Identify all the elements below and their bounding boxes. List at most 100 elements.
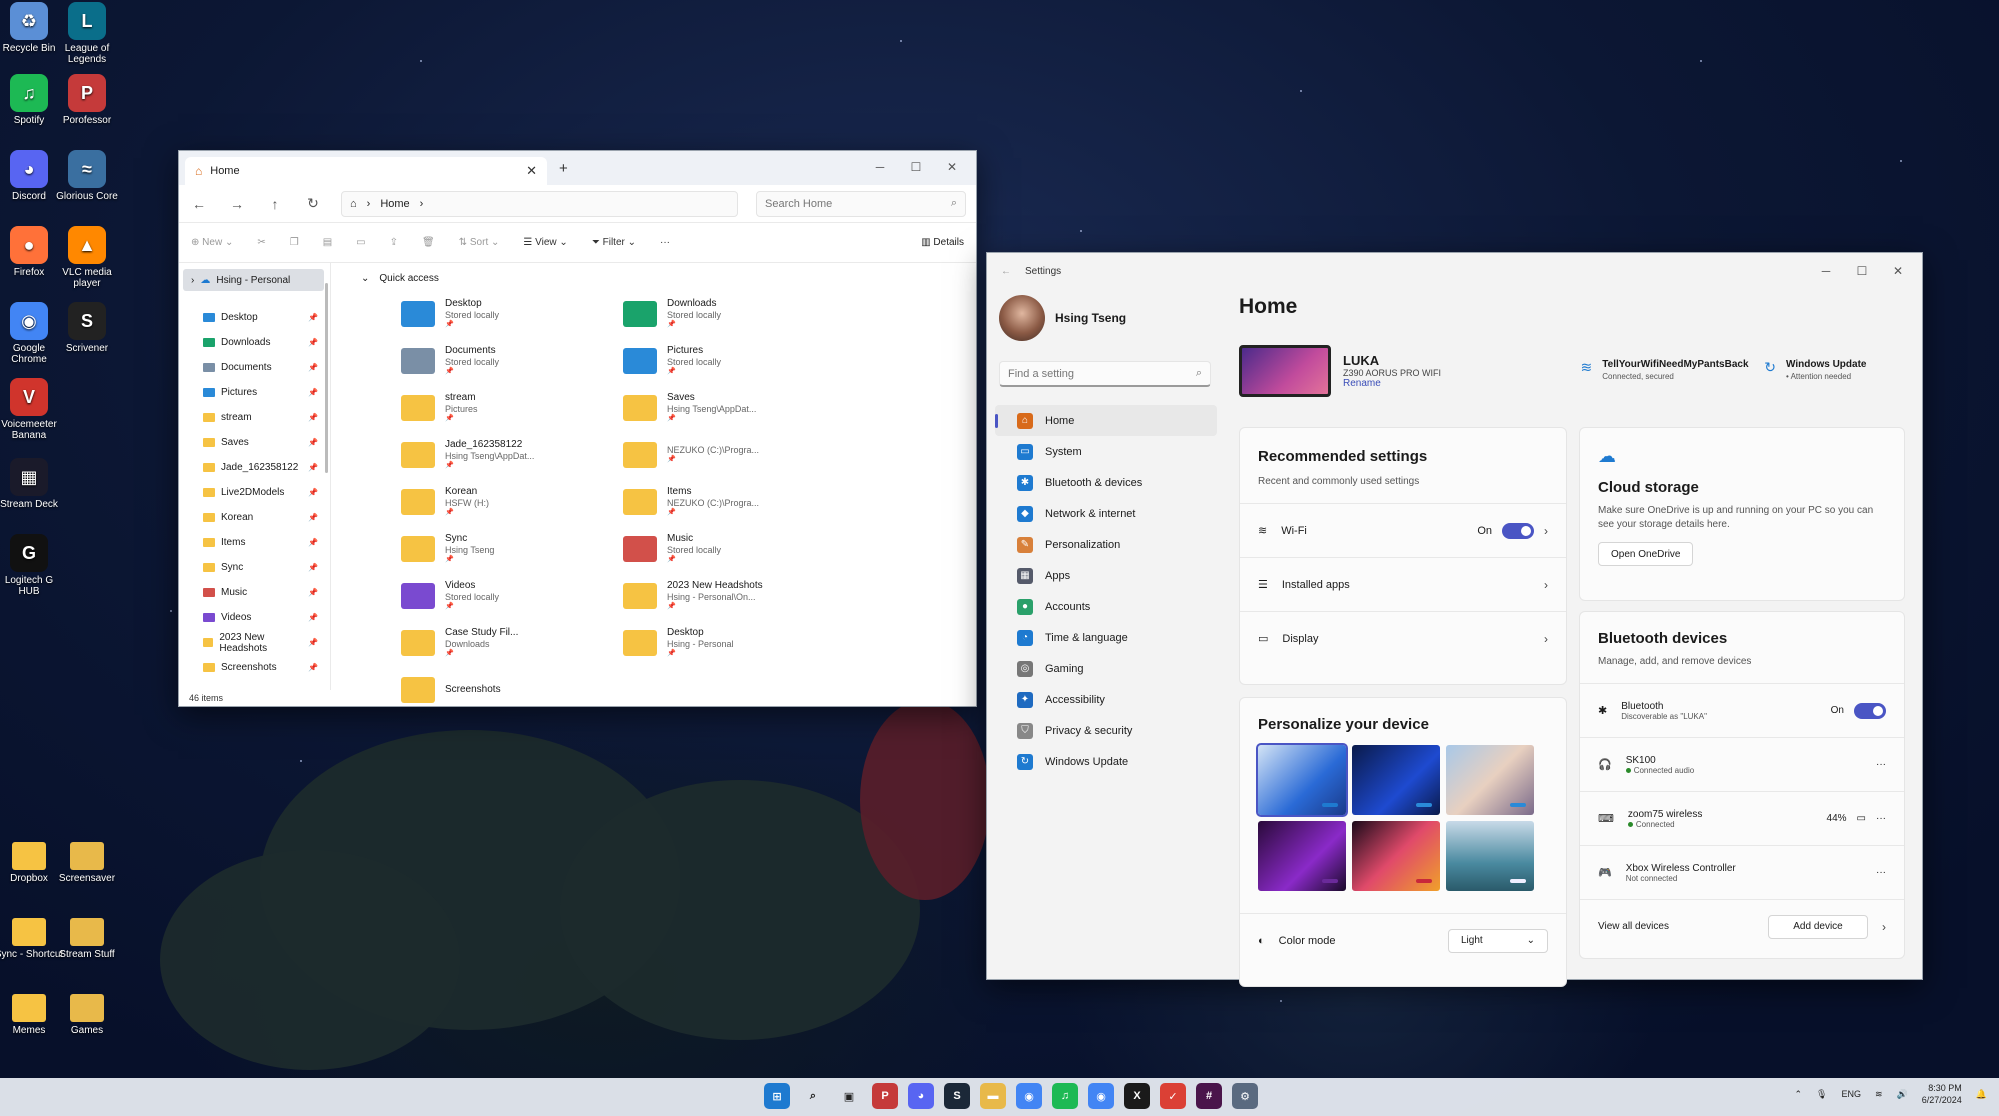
taskbar-task-view-button[interactable]: ▣ [836, 1083, 862, 1109]
tray-overflow-icon[interactable]: ⌃ [1794, 1089, 1802, 1100]
quick-access-item[interactable]: Desktop Stored locally 📌 [401, 294, 623, 333]
theme-thumbnail[interactable] [1256, 743, 1348, 817]
sidebar-item-personalization[interactable]: ✎ Personalization [995, 529, 1217, 560]
microphone-icon[interactable]: 🎙 [1816, 1089, 1827, 1100]
nav-item-stream[interactable]: stream 📌 [179, 405, 330, 430]
desktop-icon-league-of-legends[interactable]: L League of Legends [52, 2, 122, 65]
desktop-icon-games[interactable]: Games [52, 994, 122, 1036]
rename-link[interactable]: Rename [1343, 378, 1441, 389]
forward-button[interactable]: → [227, 196, 247, 212]
quick-access-item[interactable]: Desktop Hsing - Personal 📌 [623, 623, 845, 662]
more-options-button[interactable]: ··· [1876, 813, 1886, 824]
nav-item-items[interactable]: Items 📌 [179, 530, 330, 555]
nav-item-sync[interactable]: Sync 📌 [179, 555, 330, 580]
path-box[interactable]: ⌂ › Home › [341, 190, 738, 217]
nav-item-desktop[interactable]: Desktop 📌 [179, 305, 330, 330]
bluetooth-device-row[interactable]: 🎮 Xbox Wireless Controller Not connected ··… [1580, 845, 1904, 899]
windows-update-status[interactable]: ↻ Windows Update • Attention needed [1764, 359, 1906, 383]
taskbar-discord-button[interactable]: ◕ [908, 1083, 934, 1109]
nav-item-saves[interactable]: Saves 📌 [179, 430, 330, 455]
theme-thumbnail[interactable] [1352, 821, 1440, 891]
new-tab-button[interactable]: + [559, 160, 568, 177]
taskbar-file-explorer-button[interactable]: ▬ [980, 1083, 1006, 1109]
wifi-toggle[interactable] [1502, 522, 1534, 539]
paste-icon[interactable]: ▤ [323, 237, 332, 248]
sidebar-item-windows-update[interactable]: ↻ Windows Update [995, 746, 1217, 777]
taskbar-todoist-button[interactable]: ✓ [1160, 1083, 1186, 1109]
sort-button[interactable]: ⇅ Sort ⌄ [459, 237, 500, 248]
quick-access-item[interactable]: Screenshots [401, 670, 623, 709]
nav-item-videos[interactable]: Videos 📌 [179, 605, 330, 630]
nav-onedrive[interactable]: › ☁ Hsing - Personal [183, 269, 324, 291]
close-tab-icon[interactable]: ✕ [526, 163, 537, 179]
filter-button[interactable]: ⏷ Filter ⌄ [592, 237, 636, 248]
nav-item-2023-new-headshots[interactable]: 2023 New Headshots 📌 [179, 630, 330, 655]
open-onedrive-button[interactable]: Open OneDrive [1598, 542, 1694, 566]
volume-icon[interactable]: 🔊 [1897, 1089, 1908, 1100]
cut-icon[interactable]: ✂ [257, 237, 265, 248]
quick-access-item[interactable]: Downloads Stored locally 📌 [623, 294, 845, 333]
new-button[interactable]: ⊕ New ⌄ [191, 237, 233, 248]
nav-item-live2dmodels[interactable]: Live2DModels 📌 [179, 480, 330, 505]
bluetooth-device-row[interactable]: 🎧 SK100 Connected audio ··· [1580, 737, 1904, 791]
color-mode-dropdown[interactable]: Light ⌄ [1448, 928, 1548, 953]
rename-icon[interactable]: ▭ [356, 237, 365, 248]
quick-access-item[interactable]: Music Stored locally 📌 [623, 529, 845, 568]
desktop-icon-screensaver[interactable]: Screensaver [52, 842, 122, 884]
quick-access-item[interactable]: Items NEZUKO (C:)\Progra... 📌 [623, 482, 845, 521]
nav-item-screenshots[interactable]: Screenshots 📌 [179, 655, 330, 680]
nav-item-music[interactable]: Music 📌 [179, 580, 330, 605]
maximize-button[interactable]: ☐ [1844, 257, 1880, 285]
quick-access-item[interactable]: NEZUKO (C:)\Progra... 📌 [623, 435, 845, 474]
quick-access-item[interactable]: Documents Stored locally 📌 [401, 341, 623, 380]
wifi-row[interactable]: ≋ Wi-Fi On › [1240, 503, 1566, 557]
quick-access-item[interactable]: 2023 New Headshots Hsing - Personal\On...… [623, 576, 845, 615]
tab-home[interactable]: ⌂ Home ✕ [185, 157, 547, 185]
bluetooth-row[interactable]: ✱ Bluetooth Discoverable as "LUKA" On [1580, 683, 1904, 737]
network-icon[interactable]: ≋ [1875, 1089, 1883, 1100]
taskbar-porofessor-button[interactable]: P [872, 1083, 898, 1109]
more-options-button[interactable]: ··· [1876, 759, 1886, 770]
minimize-button[interactable]: ─ [1808, 257, 1844, 285]
quick-access-item[interactable]: Jade_162358122 Hsing Tseng\AppDat... 📌 [401, 435, 623, 474]
taskbar-xbox-button[interactable]: X [1124, 1083, 1150, 1109]
nav-item-pictures[interactable]: Pictures 📌 [179, 380, 330, 405]
maximize-button[interactable]: ☐ [898, 153, 934, 181]
chevron-right-icon[interactable]: › [1882, 920, 1886, 934]
copy-icon[interactable]: ❐ [290, 237, 299, 248]
installed-apps-row[interactable]: ☰ Installed apps › [1240, 557, 1566, 611]
sidebar-item-system[interactable]: ▭ System [995, 436, 1217, 467]
desktop-icon-porofessor[interactable]: P Porofessor [52, 74, 122, 126]
view-all-devices-link[interactable]: View all devices [1598, 921, 1669, 932]
theme-thumbnail[interactable] [1258, 821, 1346, 891]
bluetooth-device-row[interactable]: ⌨ zoom75 wireless Connected 44% ▭ ··· [1580, 791, 1904, 845]
quick-access-item[interactable]: Korean HSFW (H:) 📌 [401, 482, 623, 521]
breadcrumb[interactable]: Home [380, 198, 409, 210]
quick-access-item[interactable]: stream Pictures 📌 [401, 388, 623, 427]
theme-thumbnail[interactable] [1352, 745, 1440, 815]
sidebar-item-accessibility[interactable]: ✦ Accessibility [995, 684, 1217, 715]
search-input[interactable]: Search Home ⌕ [756, 190, 966, 217]
close-button[interactable]: ✕ [1880, 257, 1916, 285]
desktop-icon-logitech-g-hub[interactable]: G Logitech G HUB [0, 534, 64, 597]
refresh-button[interactable]: ↻ [303, 195, 323, 212]
details-button[interactable]: ▥ Details [921, 237, 964, 248]
taskbar-chrome-2-button[interactable]: ◉ [1088, 1083, 1114, 1109]
sidebar-item-accounts[interactable]: ● Accounts [995, 591, 1217, 622]
taskbar-chrome-button[interactable]: ◉ [1016, 1083, 1042, 1109]
quick-access-item[interactable]: Saves Hsing Tseng\AppDat... 📌 [623, 388, 845, 427]
bluetooth-toggle[interactable] [1854, 702, 1886, 719]
language-indicator[interactable]: ENG [1841, 1089, 1861, 1099]
nav-item-downloads[interactable]: Downloads 📌 [179, 330, 330, 355]
share-icon[interactable]: ⇪ [390, 237, 398, 248]
theme-thumbnail[interactable] [1446, 821, 1534, 891]
sidebar-item-bluetooth-devices[interactable]: ✱ Bluetooth & devices [995, 467, 1217, 498]
desktop-icon-scrivener[interactable]: S Scrivener [52, 302, 122, 354]
taskbar-slack-button[interactable]: # [1196, 1083, 1222, 1109]
quick-access-header[interactable]: ⌄ Quick access [361, 273, 976, 284]
sidebar-item-time-language[interactable]: ◔ Time & language [995, 622, 1217, 653]
sidebar-item-apps[interactable]: ▦ Apps [995, 560, 1217, 591]
display-row[interactable]: ▭ Display › [1240, 611, 1566, 665]
desktop-icon-vlc-media-player[interactable]: ▲ VLC media player [52, 226, 122, 289]
find-setting-input[interactable]: Find a setting ⌕ [999, 361, 1211, 387]
